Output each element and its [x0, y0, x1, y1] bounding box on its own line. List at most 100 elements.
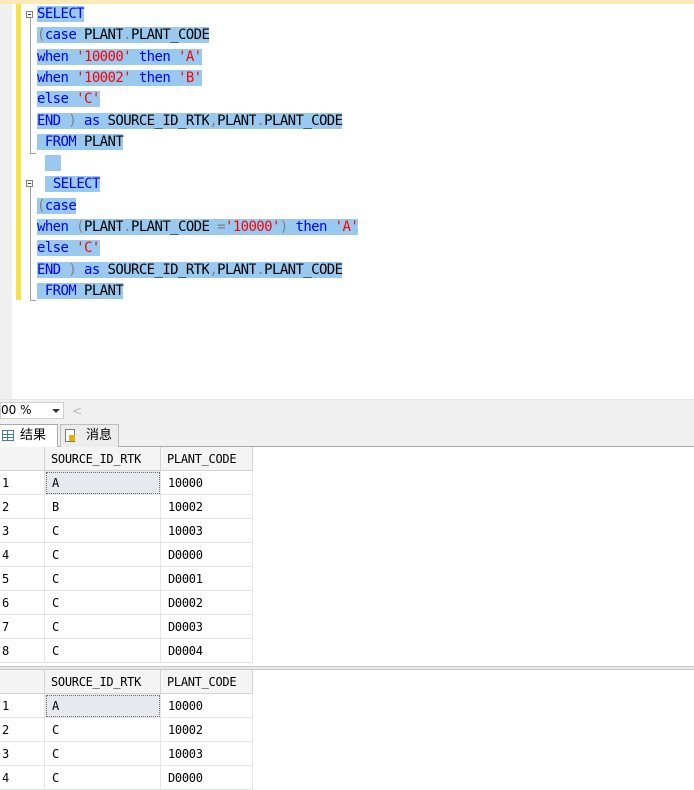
code-token: '10002': [76, 69, 132, 86]
row-number[interactable]: 1: [0, 471, 45, 495]
message-icon: [65, 429, 75, 442]
code-token: .: [123, 219, 132, 235]
code-token: ,: [209, 112, 218, 129]
query-editor[interactable]: SELECT (case PLANT.PLANT_CODEwhen '10000'…: [0, 4, 694, 399]
table-cell[interactable]: 10002: [161, 495, 253, 519]
code-token: ,: [209, 261, 218, 278]
code-token: else: [37, 91, 69, 108]
table-cell[interactable]: C: [45, 519, 161, 543]
table-cell[interactable]: C: [45, 591, 161, 615]
code-token: END: [37, 112, 61, 129]
code-line: SELECT: [45, 174, 100, 195]
code-token: then: [295, 219, 327, 235]
selection-highlight: when '10000' then 'A': [37, 48, 202, 65]
table-cell[interactable]: C: [45, 766, 161, 790]
collapse-icon[interactable]: [26, 180, 33, 187]
grid-corner[interactable]: [0, 447, 45, 471]
code-token: SELECT: [52, 176, 100, 193]
table-cell[interactable]: D0004: [161, 639, 253, 663]
column-header[interactable]: SOURCE_ID_RTK: [45, 670, 161, 694]
selection-highlight: END ) as SOURCE_ID_RTK,PLANT.PLANT_CODE: [37, 261, 343, 278]
table-cell[interactable]: C: [45, 718, 161, 742]
tab-messages[interactable]: 消息: [60, 424, 119, 447]
tab-messages-label: 消息: [86, 428, 113, 443]
editor-margin: [0, 4, 12, 399]
row-number[interactable]: 4: [0, 543, 45, 567]
table-cell[interactable]: C: [45, 543, 161, 567]
selection-highlight: END ) as SOURCE_ID_RTK,PLANT.PLANT_CODE: [37, 112, 343, 129]
code-token: =: [217, 219, 226, 235]
table-cell[interactable]: A: [45, 694, 161, 718]
code-line: else 'C': [37, 89, 100, 110]
table-cell[interactable]: 10002: [161, 718, 253, 742]
row-number[interactable]: 7: [0, 615, 45, 639]
table-cell[interactable]: C: [45, 567, 161, 591]
row-number[interactable]: 2: [0, 718, 45, 742]
table-cell[interactable]: 10000: [161, 694, 253, 718]
table-cell[interactable]: 10003: [161, 742, 253, 766]
code-token: .: [123, 27, 132, 44]
table-cell[interactable]: D0001: [161, 567, 253, 591]
code-token: [45, 176, 53, 193]
collapse-icon[interactable]: [26, 11, 33, 18]
editor-status-row: 00 % <: [0, 399, 694, 422]
table-cell[interactable]: C: [45, 639, 161, 663]
table-cell[interactable]: C: [45, 615, 161, 639]
code-token: when: [37, 48, 69, 65]
code-line: else 'C': [37, 238, 100, 259]
code-token: ): [68, 261, 77, 278]
code-token: then: [138, 48, 171, 65]
code-token: [68, 48, 77, 65]
row-number[interactable]: 8: [0, 639, 45, 663]
table-cell[interactable]: D0002: [161, 591, 253, 615]
table-cell[interactable]: D0000: [161, 766, 253, 790]
tab-results[interactable]: 结果: [0, 424, 58, 447]
row-number[interactable]: 1: [0, 694, 45, 718]
code-token: [130, 69, 139, 86]
table-cell[interactable]: C: [45, 742, 161, 766]
code-token: SOURCE_ID_RTK: [99, 112, 210, 129]
row-number[interactable]: 3: [0, 519, 45, 543]
code-token: PLANT: [76, 27, 124, 44]
row-number[interactable]: 2: [0, 495, 45, 519]
grid-icon: [2, 430, 14, 441]
code-token: 'C': [76, 91, 100, 108]
selection-highlight: (case PLANT.PLANT_CODE: [37, 27, 210, 44]
table-cell[interactable]: A: [45, 471, 161, 495]
table-cell[interactable]: D0000: [161, 543, 253, 567]
code-token: 'A': [178, 48, 202, 65]
row-number[interactable]: 4: [0, 766, 45, 790]
tab-results-label: 结果: [20, 428, 47, 443]
selection-highlight: when '10002' then 'B': [37, 69, 202, 86]
scroll-left-arrow[interactable]: <: [72, 404, 82, 418]
row-number[interactable]: 3: [0, 742, 45, 766]
column-header[interactable]: PLANT_CODE: [161, 447, 253, 471]
code-token: FROM: [44, 133, 77, 150]
table-cell[interactable]: D0003: [161, 615, 253, 639]
selection-highlight: else 'C': [37, 91, 100, 108]
outline-end: [30, 300, 36, 301]
table-cell[interactable]: 10003: [161, 519, 253, 543]
zoom-dropdown[interactable]: 00 %: [0, 402, 64, 419]
code-token: FROM: [44, 282, 77, 299]
table-cell[interactable]: 10000: [161, 471, 253, 495]
code-line: END ) as SOURCE_ID_RTK,PLANT.PLANT_CODE: [37, 260, 343, 281]
code-token: 'C': [76, 240, 100, 257]
code-token: PLANT_CODE: [131, 27, 210, 44]
code-token: (: [37, 197, 45, 214]
selection-highlight: else 'C': [37, 240, 100, 257]
outline-line: [30, 18, 31, 153]
code-token: ): [279, 219, 288, 235]
row-number[interactable]: 5: [0, 567, 45, 591]
grid-corner[interactable]: [0, 670, 45, 694]
selection-highlight: [45, 155, 61, 172]
column-header[interactable]: PLANT_CODE: [161, 670, 253, 694]
code-token: [170, 69, 178, 86]
code-line: when '10000' then 'A': [37, 47, 202, 68]
row-number[interactable]: 6: [0, 591, 45, 615]
code-token: as: [84, 112, 100, 129]
table-cell[interactable]: B: [45, 495, 161, 519]
column-header[interactable]: SOURCE_ID_RTK: [45, 447, 161, 471]
code-token: (: [76, 219, 85, 235]
outline-end: [30, 153, 36, 154]
